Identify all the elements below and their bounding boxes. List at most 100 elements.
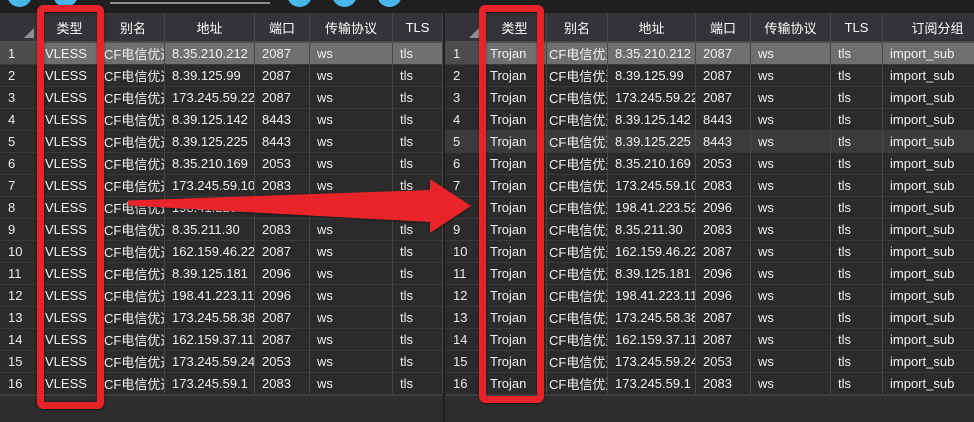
cell-alias: CF电信优选 (547, 153, 608, 174)
select-all-corner-button[interactable] (0, 13, 38, 41)
table-row[interactable]: 14TrojanCF电信优选162.159.37.1152087wstlsimp… (445, 329, 974, 351)
corner-triangle-icon (469, 28, 479, 38)
toolbar-round-button-icon[interactable] (53, 0, 78, 7)
table-row[interactable]: 12TrojanCF电信优选198.41.223.1102096wstlsimp… (445, 285, 974, 307)
cell-type: Trojan (483, 65, 547, 86)
cell-transport: ws (310, 285, 393, 306)
cell-port: 2096 (696, 285, 751, 306)
toolbar-round-button-icon[interactable] (287, 0, 312, 7)
toolbar-round-button-icon[interactable] (7, 0, 32, 7)
cell-address: 173.245.59.22 (608, 87, 696, 108)
col-header-alias[interactable]: 别名 (547, 13, 608, 41)
table-row[interactable]: 8VLESSCF电信优选198.41.223.522096wstls (0, 197, 443, 219)
table-row[interactable]: 5VLESSCF电信优选8.39.125.2258443wstls (0, 131, 443, 153)
col-header-tls[interactable]: TLS (831, 13, 883, 41)
table-row[interactable]: 4VLESSCF电信优选8.39.125.1428443wstls (0, 109, 443, 131)
table-row[interactable]: 13VLESSCF电信优选173.245.58.382087wstls (0, 307, 443, 329)
cell-transport: ws (310, 175, 393, 196)
cell-group: import_sub (883, 219, 974, 240)
left-server-table: 类型别名地址端口传输协议TLS 1VLESSCF电信优选8.35.210.212… (0, 13, 443, 422)
table-row[interactable]: 6VLESSCF电信优选8.35.210.1692053wstls (0, 153, 443, 175)
col-header-tls[interactable]: TLS (393, 13, 443, 41)
cell-alias: CF电信优选 (547, 351, 608, 372)
col-header-port[interactable]: 端口 (255, 13, 310, 41)
cell-address: 8.39.125.181 (608, 263, 696, 284)
table-row[interactable]: 10VLESSCF电信优选162.159.46.2212087wstls (0, 241, 443, 263)
cell-port: 2053 (255, 153, 310, 174)
table-row[interactable]: 10TrojanCF电信优选162.159.46.2212087wstlsimp… (445, 241, 974, 263)
cell-port: 2087 (696, 43, 751, 64)
cell-num: 14 (445, 329, 483, 350)
table-row[interactable]: 11VLESSCF电信优选8.39.125.1812096wstls (0, 263, 443, 285)
cell-num: 3 (445, 87, 483, 108)
table-row[interactable]: 15TrojanCF电信优选173.245.59.242053wstlsimpo… (445, 351, 974, 373)
cell-num: 5 (0, 131, 38, 152)
cell-group: import_sub (883, 351, 974, 372)
cell-address: 173.245.59.102 (165, 175, 255, 196)
cell-port: 8443 (255, 131, 310, 152)
cell-num: 13 (0, 307, 38, 328)
select-all-corner-button[interactable] (445, 13, 483, 41)
toolbar-round-button-icon[interactable] (332, 0, 357, 7)
col-header-alias[interactable]: 别名 (102, 13, 165, 41)
cell-port: 2087 (255, 87, 310, 108)
col-header-type[interactable]: 类型 (38, 13, 102, 41)
cell-alias: CF电信优选 (547, 43, 608, 64)
table-row[interactable]: 4TrojanCF电信优选8.39.125.1428443wstlsimport… (445, 109, 974, 131)
cell-group: import_sub (883, 285, 974, 306)
table-row[interactable]: 16VLESSCF电信优选173.245.59.12083wstls (0, 373, 443, 395)
cell-transport: ws (751, 197, 831, 218)
cell-tls: tls (393, 65, 443, 86)
cell-transport: ws (751, 175, 831, 196)
table-row[interactable]: 11TrojanCF电信优选8.39.125.1812096wstlsimpor… (445, 263, 974, 285)
cell-transport: ws (751, 43, 831, 64)
cell-alias: CF电信优选 (547, 241, 608, 262)
table-row[interactable]: 5TrojanCF电信优选8.39.125.2258443wstlsimport… (445, 131, 974, 153)
cell-port: 2096 (255, 285, 310, 306)
col-header-transport[interactable]: 传输协议 (310, 13, 393, 41)
col-header-type[interactable]: 类型 (483, 13, 547, 41)
table-row[interactable]: 2VLESSCF电信优选8.39.125.992087wstls (0, 65, 443, 87)
table-row[interactable]: 3VLESSCF电信优选173.245.59.222087wstls (0, 87, 443, 109)
cell-group: import_sub (883, 175, 974, 196)
toolbar-round-button-icon[interactable] (377, 0, 402, 7)
cell-tls: tls (831, 153, 883, 174)
right-server-table: 类型别名地址端口传输协议TLS订阅分组 1TrojanCF电信优选8.35.21… (445, 13, 974, 422)
table-row[interactable]: 12VLESSCF电信优选198.41.223.1102096wstls (0, 285, 443, 307)
cell-alias: CF电信优选 (547, 219, 608, 240)
col-header-address[interactable]: 地址 (165, 13, 255, 41)
cell-transport: ws (310, 197, 393, 218)
col-header-group[interactable]: 订阅分组 (883, 13, 974, 41)
cell-type: Trojan (483, 175, 547, 196)
cell-num: 8 (0, 197, 38, 218)
table-row[interactable]: 6TrojanCF电信优选8.35.210.1692053wstlsimport… (445, 153, 974, 175)
cell-alias: CF电信优选 (547, 109, 608, 130)
cell-tls: tls (393, 219, 443, 240)
cell-tls: tls (393, 197, 443, 218)
col-header-transport[interactable]: 传输协议 (751, 13, 831, 41)
table-row[interactable]: 1VLESSCF电信优选8.35.210.2122087wstls (0, 43, 443, 65)
table-row[interactable]: 7VLESSCF电信优选173.245.59.1022083wstls (0, 175, 443, 197)
table-row[interactable]: 2TrojanCF电信优选8.39.125.992087wstlsimport_… (445, 65, 974, 87)
table-row[interactable]: 7TrojanCF电信优选173.245.59.1022083wstlsimpo… (445, 175, 974, 197)
table-row[interactable]: 8TrojanCF电信优选198.41.223.522096wstlsimpor… (445, 197, 974, 219)
cell-num: 15 (445, 351, 483, 372)
table-row[interactable]: 9VLESSCF电信优选8.35.211.302083wstls (0, 219, 443, 241)
table-row[interactable]: 14VLESSCF电信优选162.159.37.1152087wstls (0, 329, 443, 351)
cell-transport: ws (310, 87, 393, 108)
cell-port: 2087 (696, 307, 751, 328)
col-header-port[interactable]: 端口 (696, 13, 751, 41)
table-row[interactable]: 3TrojanCF电信优选173.245.59.222087wstlsimpor… (445, 87, 974, 109)
table-row[interactable]: 13TrojanCF电信优选173.245.58.382087wstlsimpo… (445, 307, 974, 329)
toolbar-divider-line (110, 2, 270, 4)
cell-tls: tls (831, 263, 883, 284)
table-row[interactable]: 1TrojanCF电信优选8.35.210.2122087wstlsimport… (445, 43, 974, 65)
col-header-address[interactable]: 地址 (608, 13, 696, 41)
table-row[interactable]: 9TrojanCF电信优选8.35.211.302083wstlsimport_… (445, 219, 974, 241)
table-row[interactable]: 16TrojanCF电信优选173.245.59.12083wstlsimpor… (445, 373, 974, 395)
right-table-header: 类型别名地址端口传输协议TLS订阅分组 (445, 13, 974, 43)
cell-group: import_sub (883, 373, 974, 394)
cell-alias: CF电信优选 (547, 329, 608, 350)
cell-port: 2087 (696, 87, 751, 108)
table-row[interactable]: 15VLESSCF电信优选173.245.59.242053wstls (0, 351, 443, 373)
